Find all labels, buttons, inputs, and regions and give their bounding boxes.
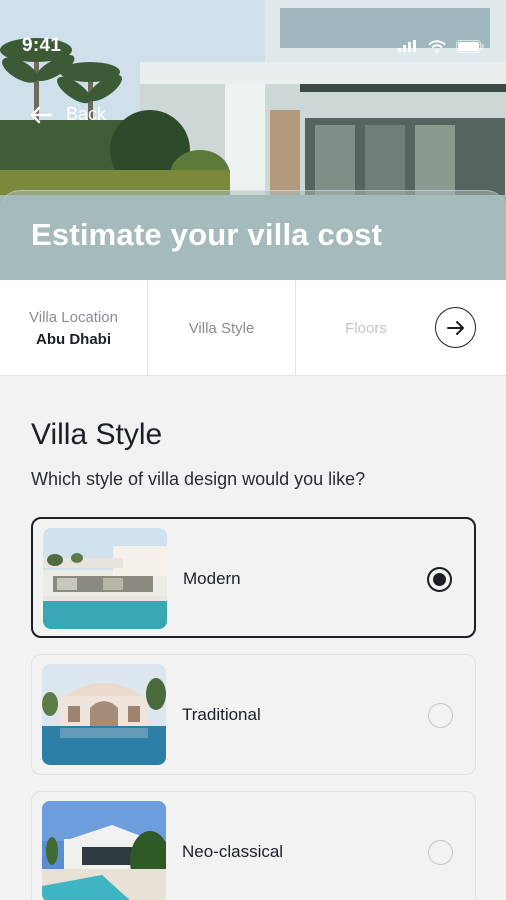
step-villa-location[interactable]: Villa Location Abu Dhabi bbox=[0, 280, 148, 376]
arrow-right-icon bbox=[446, 320, 464, 335]
modern-villa-thumbnail bbox=[43, 528, 167, 629]
title-panel: Estimate your villa cost bbox=[0, 190, 506, 280]
section-question: Which style of villa design would you li… bbox=[31, 469, 366, 489]
back-button[interactable]: Back bbox=[30, 104, 106, 125]
radio-selected[interactable] bbox=[427, 567, 452, 592]
option-label: Neo-classical bbox=[182, 842, 284, 861]
next-step-button[interactable] bbox=[435, 307, 476, 348]
status-bar: 9:41 bbox=[22, 34, 484, 58]
step-title: Villa Style bbox=[188, 319, 255, 337]
wifi-icon bbox=[428, 39, 446, 53]
hero-banner: 9:41 Back Estimate your villa cost bbox=[0, 0, 506, 280]
option-modern[interactable]: Modern bbox=[31, 517, 476, 638]
option-neo-classical[interactable]: Neo-classical bbox=[31, 791, 476, 900]
traditional-villa-thumbnail bbox=[42, 664, 166, 765]
status-time: 9:41 bbox=[22, 35, 62, 56]
option-traditional[interactable]: Traditional bbox=[31, 654, 476, 775]
progress-stepper: Villa Location Abu Dhabi Villa Style Flo… bbox=[0, 280, 506, 376]
option-label: Traditional bbox=[182, 705, 261, 724]
step-floors[interactable]: Floors bbox=[296, 280, 436, 376]
step-title: Floors bbox=[345, 319, 387, 337]
option-label: Modern bbox=[183, 569, 241, 588]
radio-unselected[interactable] bbox=[428, 840, 453, 865]
section-title: Villa Style bbox=[31, 418, 163, 451]
battery-icon bbox=[456, 39, 484, 53]
step-villa-style[interactable]: Villa Style bbox=[148, 280, 296, 376]
back-label: Back bbox=[66, 104, 107, 124]
back-arrow-icon bbox=[30, 106, 52, 123]
status-icons bbox=[398, 39, 484, 53]
neo-classical-villa-thumbnail bbox=[42, 801, 166, 900]
page-title: Estimate your villa cost bbox=[31, 217, 383, 252]
villa-style-section: Villa Style Which style of villa design … bbox=[31, 376, 477, 490]
step-value: Abu Dhabi bbox=[36, 330, 111, 348]
radio-unselected[interactable] bbox=[428, 703, 453, 728]
step-title: Villa Location bbox=[29, 308, 118, 326]
signal-icon bbox=[398, 40, 416, 52]
